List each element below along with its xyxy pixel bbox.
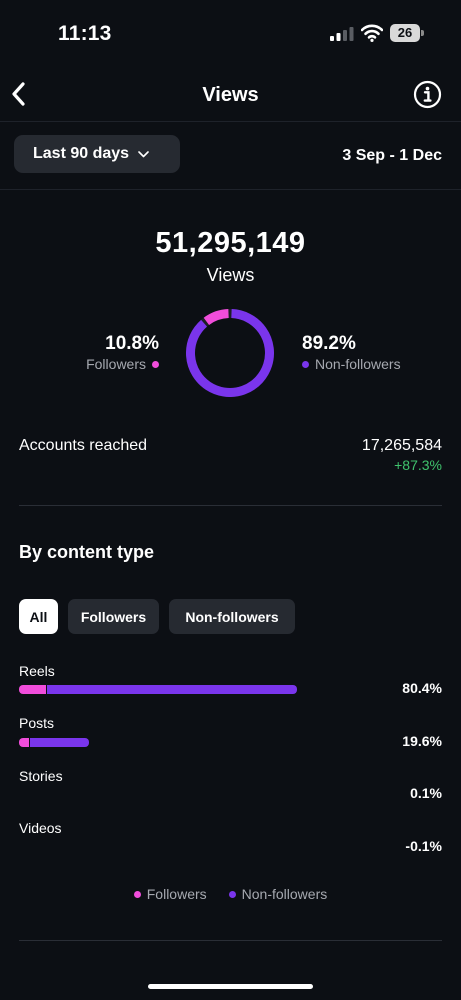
- bar-segment-nonfollowers: [30, 738, 89, 747]
- legend-item-nonfollowers: Non-followers: [228, 886, 328, 902]
- content-row-label-videos: Videos: [19, 820, 62, 836]
- content-row-label-reels: Reels: [19, 663, 55, 679]
- followers-legend: Followers: [86, 356, 159, 372]
- chevron-down-icon: [138, 150, 149, 157]
- chart-legend: Followers Non-followers: [0, 886, 461, 902]
- donut-chart: [186, 309, 274, 397]
- tab-followers[interactable]: Followers: [68, 599, 159, 634]
- page-title: Views: [202, 84, 259, 106]
- bar-segment-followers: [19, 685, 46, 694]
- home-indicator: [148, 984, 313, 989]
- followers-legend-label: Followers: [86, 356, 146, 372]
- battery-level: 26: [397, 25, 413, 40]
- followers-dot: [152, 360, 159, 368]
- nav-bar: Views: [0, 70, 461, 122]
- content-row-percent-reels: 80.4%: [402, 680, 442, 696]
- battery-icon: 26: [390, 24, 424, 42]
- views-label: Views: [206, 265, 255, 285]
- content-bar-reels: [19, 685, 297, 694]
- accounts-reached-value: 17,265,584: [361, 437, 442, 454]
- filter-row: Last 90 days 3 Sep - 1 Dec: [0, 122, 461, 190]
- info-icon[interactable]: [413, 80, 442, 109]
- content-row-percent-stories: 0.1%: [410, 785, 442, 801]
- followers-percent: 10.8%: [105, 333, 159, 354]
- nonfollowers-legend-label: Non-followers: [315, 356, 401, 372]
- date-range: 3 Sep - 1 Dec: [342, 147, 442, 164]
- bar-segment-nonfollowers: [47, 685, 297, 694]
- section-title: By content type: [19, 542, 155, 562]
- wifi-icon: [361, 24, 383, 42]
- donut-segment-followers: [203, 309, 229, 326]
- content-row-label-posts: Posts: [19, 715, 55, 731]
- legend-item-followers: Followers: [133, 886, 207, 902]
- tab-nonfollowers[interactable]: Non-followers: [169, 599, 295, 634]
- accounts-reached-label: Accounts reached: [19, 437, 148, 454]
- content-bar-posts: [19, 738, 89, 747]
- signal-icon: [330, 27, 354, 41]
- total-views: 51,295,149: [155, 227, 306, 259]
- divider: [19, 940, 442, 941]
- content-row-percent-videos: -0.1%: [405, 838, 442, 854]
- donut-segment-nonfollowers: [186, 309, 274, 397]
- tab-all[interactable]: All: [19, 599, 58, 634]
- content-row-label-stories: Stories: [19, 768, 63, 784]
- divider: [19, 505, 442, 506]
- legend-dot-nonfollowers: [228, 890, 236, 898]
- nonfollowers-dot: [302, 360, 309, 368]
- period-label: Last 90 days: [33, 145, 130, 162]
- nonfollowers-percent: 89.2%: [302, 333, 356, 354]
- bar-segment-followers: [19, 738, 29, 747]
- status-time: 11:13: [58, 22, 112, 45]
- nonfollowers-legend: Non-followers: [302, 356, 401, 372]
- legend-label-followers: Followers: [146, 886, 207, 902]
- legend-dot-followers: [133, 890, 141, 898]
- period-selector[interactable]: Last 90 days: [14, 135, 180, 173]
- accounts-reached-change: +87.3%: [394, 457, 442, 473]
- status-bar: 11:13 26: [0, 0, 461, 70]
- legend-label-nonfollowers: Non-followers: [241, 886, 328, 902]
- content-row-percent-posts: 19.6%: [402, 733, 442, 749]
